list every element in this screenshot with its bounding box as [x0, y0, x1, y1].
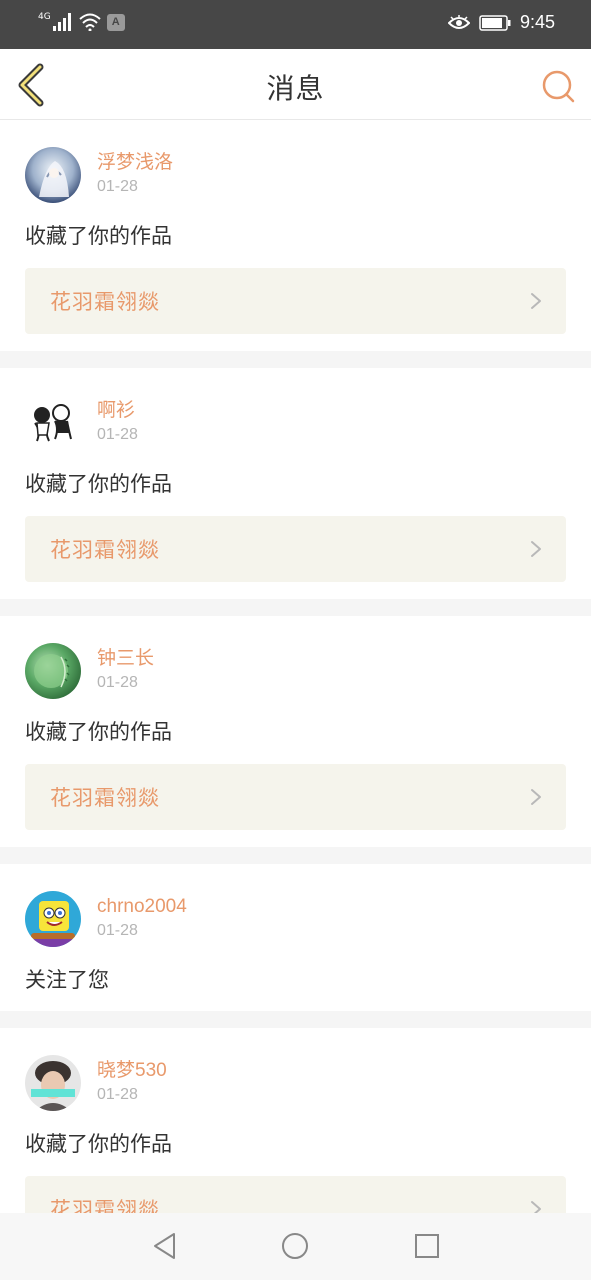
- work-title: 花羽霜翎燚: [50, 538, 160, 562]
- action-text: 收藏了你的作品: [25, 224, 172, 248]
- work-title: 花羽霜翎燚: [50, 786, 160, 810]
- work-link[interactable]: 花羽霜翎燚: [25, 764, 566, 830]
- user-row: 啊衫 01-28: [25, 395, 566, 452]
- user-row: 浮梦浅洛 01-28: [25, 147, 566, 204]
- system-nav-bar: [0, 1213, 591, 1280]
- triangle-back-icon: [154, 1233, 175, 1259]
- status-left: 4G A: [38, 11, 125, 31]
- notification-badge: A: [106, 13, 125, 31]
- message-date: 01-28: [97, 426, 138, 443]
- nav-back-button[interactable]: [150, 1231, 180, 1261]
- wifi-icon: [79, 13, 101, 31]
- status-bar: 4G A 9:45: [0, 0, 591, 49]
- avatar[interactable]: [25, 891, 81, 947]
- chevron-right-icon: [531, 789, 541, 805]
- username[interactable]: 晓梦530: [97, 1060, 167, 1082]
- message-date: 01-28: [97, 674, 138, 691]
- avatar[interactable]: [25, 1055, 81, 1111]
- avatar-green-melon-icon: [25, 643, 81, 699]
- avatar-anime-girl-icon: [25, 147, 81, 203]
- signal-icon: [52, 13, 71, 31]
- user-row: 钟三长 01-28: [25, 643, 566, 700]
- work-link[interactable]: 花羽霜翎燚: [25, 268, 566, 334]
- username[interactable]: 浮梦浅洛: [97, 152, 173, 174]
- action-text: 收藏了你的作品: [25, 1132, 172, 1156]
- message-date: 01-28: [97, 1086, 138, 1103]
- user-meta: 晓梦530 01-28: [97, 1055, 167, 1104]
- avatar[interactable]: [25, 147, 81, 203]
- status-right: 9:45: [447, 12, 555, 33]
- eye-comfort-icon: [447, 14, 470, 29]
- nav-home-button[interactable]: [280, 1231, 310, 1261]
- user-row: chrno2004 01-28: [25, 891, 566, 948]
- message-card: 啊衫 01-28 收藏了你的作品 花羽霜翎燚: [0, 368, 591, 599]
- user-row: 晓梦530 01-28: [25, 1055, 566, 1112]
- action-text: 收藏了你的作品: [25, 472, 172, 496]
- avatar-cartoon-couple-icon: [25, 395, 81, 451]
- user-meta: 钟三长 01-28: [97, 643, 154, 692]
- username[interactable]: chrno2004: [97, 896, 187, 918]
- action-text: 收藏了你的作品: [25, 720, 172, 744]
- user-meta: 浮梦浅洛 01-28: [97, 147, 173, 196]
- page-title: 消息: [266, 72, 325, 105]
- app-header: 消息: [0, 49, 591, 120]
- avatar[interactable]: [25, 643, 81, 699]
- nav-recents-button[interactable]: [412, 1231, 442, 1261]
- message-date: 01-28: [97, 178, 138, 195]
- avatar[interactable]: [25, 395, 81, 451]
- user-meta: 啊衫 01-28: [97, 395, 138, 444]
- action-text: 关注了您: [25, 968, 109, 992]
- search-icon: [542, 70, 575, 103]
- search-button[interactable]: [541, 69, 575, 103]
- username[interactable]: 啊衫: [97, 400, 138, 422]
- message-date: 01-28: [97, 922, 138, 939]
- network-type: 4G: [38, 11, 51, 22]
- chevron-right-icon: [531, 293, 541, 309]
- chevron-right-icon: [531, 541, 541, 557]
- clock: 9:45: [519, 12, 555, 32]
- screen: 4G A 9:45 消息 浮梦浅洛 01-28 收藏了你的作品 花羽霜翎燚 啊衫…: [0, 0, 591, 1280]
- avatar-spongebob-icon: [25, 891, 81, 947]
- username[interactable]: 钟三长: [97, 648, 154, 670]
- message-card: 浮梦浅洛 01-28 收藏了你的作品 花羽霜翎燚: [0, 120, 591, 351]
- battery-icon: [479, 14, 511, 31]
- circle-home-icon: [282, 1233, 308, 1259]
- avatar-person-icon: [25, 1055, 81, 1111]
- message-list: 浮梦浅洛 01-28 收藏了你的作品 花羽霜翎燚 啊衫 01-28 收藏了你的作…: [0, 120, 591, 1276]
- work-link[interactable]: 花羽霜翎燚: [25, 516, 566, 582]
- message-card: 钟三长 01-28 收藏了你的作品 花羽霜翎燚: [0, 616, 591, 847]
- work-title: 花羽霜翎燚: [50, 290, 160, 314]
- square-recents-icon: [415, 1234, 439, 1258]
- user-meta: chrno2004 01-28: [97, 891, 187, 940]
- message-card: chrno2004 01-28 关注了您: [0, 864, 591, 1011]
